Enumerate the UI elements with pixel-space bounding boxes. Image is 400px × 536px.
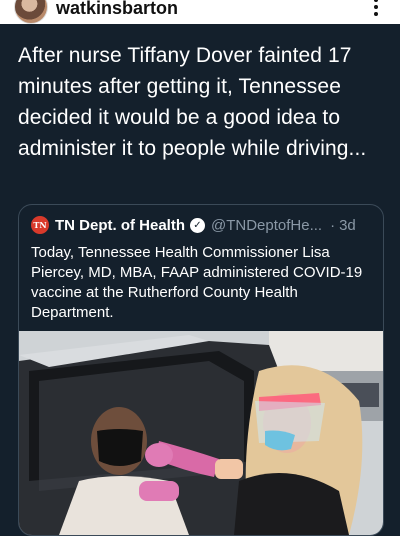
vaccination-photo-illustration (19, 331, 383, 535)
username[interactable]: watkinsbarton (56, 0, 178, 18)
post-text: After nurse Tiffany Dover fainted 17 min… (18, 44, 367, 160)
quoted-timestamp[interactable]: 3d (339, 217, 356, 234)
quoted-tweet-card[interactable]: TN TN Dept. of Health ✓ @TNDeptofHe... ·… (18, 204, 384, 536)
quoted-tweet-header: TN TN Dept. of Health ✓ @TNDeptofHe... ·… (31, 215, 356, 235)
more-options-icon[interactable] (366, 0, 386, 18)
quoted-account-handle[interactable]: @TNDeptofHe... (211, 217, 322, 234)
vaccination-photo[interactable] (19, 331, 383, 535)
quoted-account-name[interactable]: TN Dept. of Health (55, 217, 185, 234)
tn-health-logo-icon[interactable]: TN (31, 216, 49, 234)
quoted-tweet-text: Today, Tennessee Health Commissioner Lis… (31, 244, 363, 321)
verified-badge-icon: ✓ (190, 217, 205, 233)
avatar[interactable] (14, 0, 48, 24)
separator-dot: · (330, 216, 336, 234)
profile-header: watkinsbarton (0, 0, 400, 24)
